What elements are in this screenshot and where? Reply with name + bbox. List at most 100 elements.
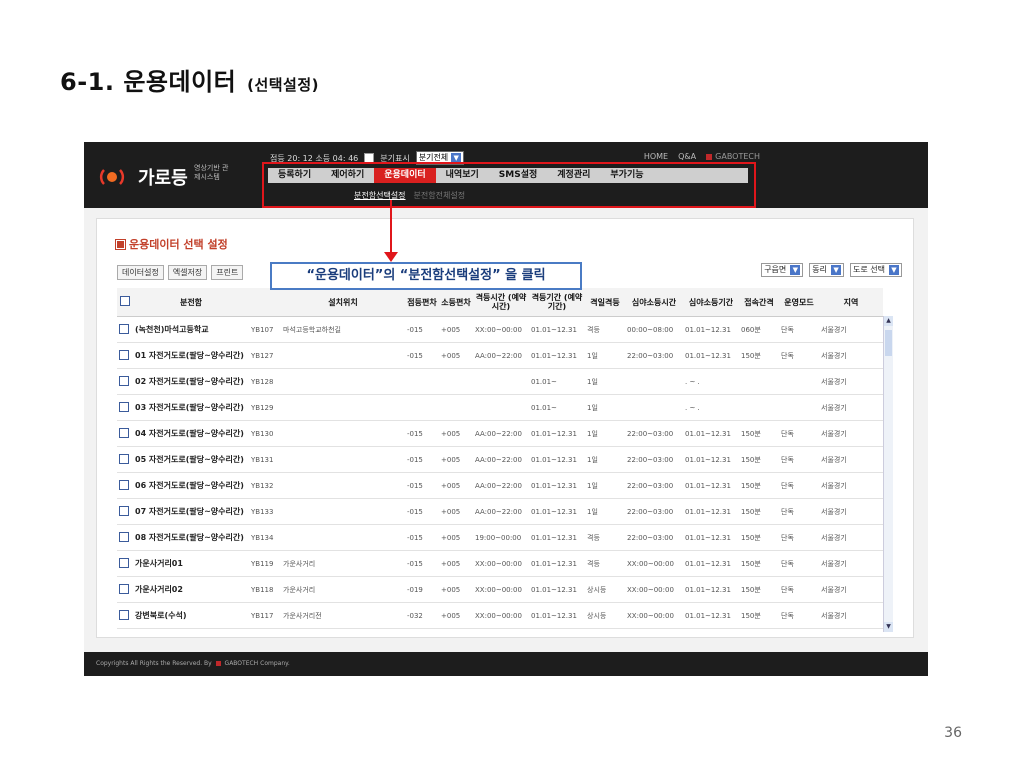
table-cell: 서울경기 [819,602,883,629]
table-cell: 강변북로(수석) [133,602,249,629]
table-cell: 단독 [779,498,819,525]
col-header[interactable] [249,288,281,317]
scroll-up-icon[interactable]: ▲ [884,316,893,326]
table-cell: (녹천천)마석고등학교 [133,316,249,343]
table-cell: +005 [439,628,473,632]
table-cell: 22:00~03:00 [625,420,683,447]
col-header[interactable]: 소등편차 [439,288,473,317]
table-cell: +005 [439,472,473,499]
brand-mark-icon [215,661,221,666]
row-checkbox[interactable] [119,375,129,386]
top-links: HOME Q&A GABOTECH [644,152,760,161]
table-cell: +005 [439,342,473,369]
table-cell: 01.01~12.31 [529,602,585,629]
table-row[interactable]: 07 자전거도로(팔당~양수리간) YB133 -015 +005 AA:00~22:0… [117,498,883,525]
table-cell: 150분 [739,628,779,632]
row-checkbox[interactable] [119,583,129,594]
table-cell: 01.01~12.31 [683,602,739,629]
slide-title-main: 6-1. 운용데이터 [60,68,237,96]
table-cell: -015 [405,524,439,551]
table-row[interactable]: 강변북로(수석) YB117 가운사거리전 -032 +005 XX:00~00:00 01… [117,602,883,629]
table-row[interactable]: (녹천천)마석고등학교 YB107 마석고등학교하천길 -015 +005 XX:00~0… [117,316,883,343]
table-cell [281,342,405,369]
table-cell: +005 [439,498,473,525]
table-cell: 단독 [779,342,819,369]
print-button[interactable]: 프린트 [211,265,244,280]
toolbar: 데이터설정 엑셀저장 프린트 [117,265,244,280]
table-cell: -032 [405,602,439,629]
table-row[interactable]: 가운사거리02 YB118 가운사거리 -019 +005 XX:00~00:00 01.0… [117,576,883,603]
col-header[interactable]: 격일격등 [585,288,625,317]
table-row[interactable]: 06 자전거도로(팔당~양수리간) YB132 -015 +005 AA:00~22:0… [117,472,883,499]
col-header[interactable]: 설치위치 [281,288,405,317]
scroll-down-icon[interactable]: ▼ [884,622,893,632]
table-cell: 05 자전거도로(팔당~양수리간) [133,446,249,473]
dong-select[interactable]: 동리 ▼ [809,263,845,277]
col-header[interactable]: 격등기간 (예약기간) [529,288,585,317]
col-header[interactable]: 격등시간 (예약시간) [473,288,529,317]
table-cell: 01.01~12.31 [683,550,739,577]
col-header[interactable]: 심야소등기간 [683,288,739,317]
instruction-callout: “운용데이터”의 “분전함선택설정” 을 클릭 [270,262,582,290]
district-select[interactable]: 구읍면 ▼ [761,263,804,277]
table-cell: 1일 [585,498,625,525]
table-cell: 서울경기 [819,498,883,525]
table-cell: YB128 [249,368,281,395]
table-cell: AA:00~22:00 [473,628,529,632]
row-checkbox-cell [117,602,133,629]
scrollbar-thumb[interactable] [885,330,892,356]
table-row[interactable]: 가운사거리01 YB119 가운사거리 -015 +005 XX:00~00:00 01.0… [117,550,883,577]
table-cell: YB133 [249,498,281,525]
arrow-down-icon [384,252,398,262]
row-checkbox[interactable] [119,557,129,568]
table-cell [281,524,405,551]
row-checkbox[interactable] [119,427,129,438]
table-cell: 가운사거리전 [281,602,405,629]
col-header[interactable]: 분전함 [133,288,249,317]
row-checkbox[interactable] [119,349,129,360]
table-row[interactable]: 08 자전거도로(팔당~양수리간) YB134 -015 +005 19:00~00:0… [117,524,883,551]
row-checkbox[interactable] [119,609,129,620]
table-cell [473,394,529,421]
table-row[interactable]: 02 자전거도로(팔당~양수리간) YB128 01.01~ 1일 . ~ . 서울경기 [117,368,883,395]
table-cell: 22:00~03:00 [625,524,683,551]
table-cell: 격등 [585,524,625,551]
table-row[interactable]: 05 자전거도로(팔당~양수리간) YB131 -015 +005 AA:00~22:0… [117,446,883,473]
home-link[interactable]: HOME [644,152,668,161]
table-cell: 150분 [739,420,779,447]
row-checkbox[interactable] [119,479,129,490]
table-row[interactable]: 04 자전거도로(팔당~양수리간) YB130 -015 +005 AA:00~22:0… [117,420,883,447]
select-all-checkbox[interactable] [120,296,130,306]
table-cell: 1일 [585,394,625,421]
row-checkbox[interactable] [119,531,129,542]
table-cell: -015 [405,446,439,473]
qna-link[interactable]: Q&A [678,152,696,161]
table-row[interactable]: 경관조명YB98남양주장례식장 옆(산위 육교 밑)-015+005AA:00~… [117,628,883,632]
table-cell: +005 [439,550,473,577]
col-header[interactable]: 지역 [819,288,883,317]
table-cell: 격등 [585,628,625,632]
table-cell: +005 [439,316,473,343]
row-checkbox[interactable] [119,505,129,516]
col-header[interactable]: 점등편차 [405,288,439,317]
col-header[interactable]: 운영모드 [779,288,819,317]
row-checkbox[interactable] [119,453,129,464]
data-table-wrapper: 분전함 설치위치 점등편차 소등편차 격등시간 (예약시간) 격등기간 (예약기… [117,288,893,632]
excel-save-button[interactable]: 엑셀저장 [167,265,208,280]
table-row[interactable]: 01 자전거도로(팔당~양수리간) YB127 -015 +005 AA:00~22:0… [117,342,883,369]
road-select[interactable]: 도로 선택 ▼ [850,263,902,277]
col-header[interactable]: 심야소등시간 [625,288,683,317]
row-checkbox[interactable] [119,323,129,334]
table-row[interactable]: 03 자전거도로(팔당~양수리간) YB129 01.01~ 1일 . ~ . 서울경기 [117,394,883,421]
row-checkbox-cell [117,342,133,369]
chevron-down-icon: ▼ [790,265,801,275]
row-checkbox[interactable] [119,401,129,412]
table-cell: XX:00~00:00 [625,602,683,629]
col-header[interactable]: 접속간격 [739,288,779,317]
data-setting-button[interactable]: 데이터설정 [117,265,164,280]
table-cell: -015 [405,420,439,447]
table-cell: 01.01~12.31 [683,498,739,525]
gabotech-link[interactable]: GABOTECH [706,152,760,161]
table-cell: 서울경기 [819,446,883,473]
vertical-scrollbar[interactable]: ▲ ▼ [883,316,893,632]
